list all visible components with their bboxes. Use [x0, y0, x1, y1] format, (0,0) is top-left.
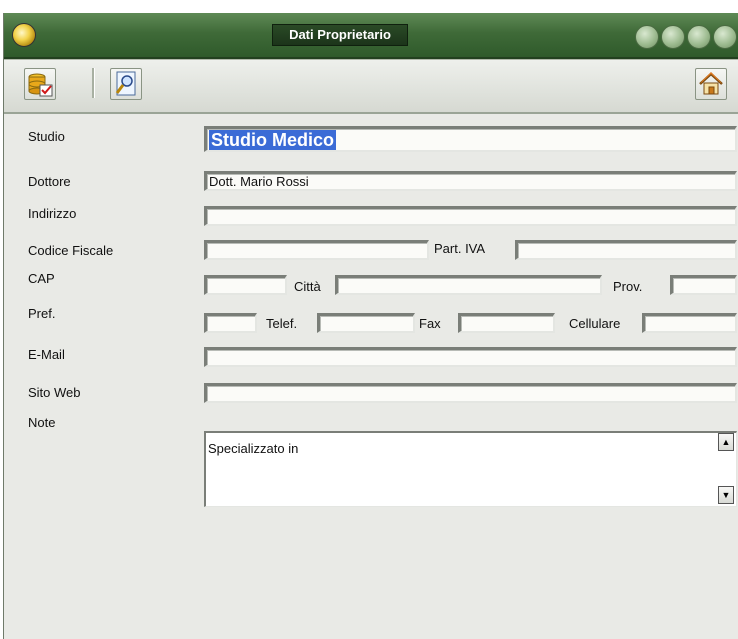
prov-field[interactable] — [670, 275, 737, 295]
note-label: Note — [28, 415, 56, 430]
codice-fiscale-field[interactable] — [204, 240, 429, 260]
save-database-button[interactable] — [24, 68, 56, 100]
arrow-down-icon: ▼ — [721, 490, 731, 500]
window-button[interactable] — [687, 25, 711, 49]
pref-label: Pref. — [28, 306, 56, 321]
cap-field[interactable] — [204, 275, 287, 295]
codice-fiscale-label: Codice Fiscale — [28, 243, 114, 258]
studio-field[interactable]: Studio Medico — [204, 126, 737, 152]
fax-label: Fax — [419, 316, 441, 331]
window-button[interactable] — [661, 25, 685, 49]
owner-form: Studio Studio Medico Dottore Dott. Mario… — [4, 113, 738, 639]
note-value: Specializzato in — [208, 441, 299, 456]
window-title: Dati Proprietario — [272, 24, 408, 46]
part-iva-field[interactable] — [515, 240, 737, 260]
prov-label: Prov. — [613, 279, 643, 294]
studio-value: Studio Medico — [209, 130, 336, 150]
window-button[interactable] — [635, 25, 659, 49]
telef-field[interactable] — [317, 313, 415, 333]
email-field[interactable] — [204, 347, 737, 367]
window-button[interactable] — [713, 25, 737, 49]
sito-web-label: Sito Web — [28, 385, 81, 400]
arrow-up-icon: ▲ — [721, 437, 731, 447]
window-controls — [635, 25, 737, 49]
part-iva-label: Part. IVA — [434, 241, 486, 256]
title-bar[interactable]: Dati Proprietario — [4, 13, 738, 59]
globe-icon[interactable] — [12, 23, 36, 47]
cellulare-label: Cellulare — [569, 316, 621, 331]
indirizzo-field[interactable] — [204, 206, 737, 226]
dottore-label: Dottore — [28, 174, 71, 189]
toolbar — [4, 59, 738, 114]
scroll-up-button[interactable]: ▲ — [718, 433, 734, 451]
citta-field[interactable] — [335, 275, 602, 295]
scroll-down-button[interactable]: ▼ — [718, 486, 734, 504]
home-button[interactable] — [695, 68, 727, 100]
owner-data-window: Dati Proprietario Studio Studio Medico D… — [3, 13, 738, 639]
toolbar-separator — [92, 68, 95, 98]
save-database-icon — [28, 73, 53, 97]
dottore-field[interactable]: Dott. Mario Rossi — [204, 171, 737, 191]
email-label: E-Mail — [28, 347, 65, 362]
fax-field[interactable] — [458, 313, 555, 333]
indirizzo-label: Indirizzo — [28, 206, 77, 221]
studio-label: Studio — [28, 129, 65, 144]
sito-web-field[interactable] — [204, 383, 737, 403]
pref-field[interactable] — [204, 313, 257, 333]
citta-label: Città — [294, 279, 321, 294]
preview-document-button[interactable] — [110, 68, 142, 100]
note-textarea[interactable]: Specializzato in ▲ ▼ — [204, 431, 737, 507]
telef-label: Telef. — [266, 316, 298, 331]
preview-document-icon — [115, 71, 136, 96]
home-icon — [699, 72, 723, 95]
cellulare-field[interactable] — [642, 313, 737, 333]
cap-label: CAP — [28, 271, 55, 286]
